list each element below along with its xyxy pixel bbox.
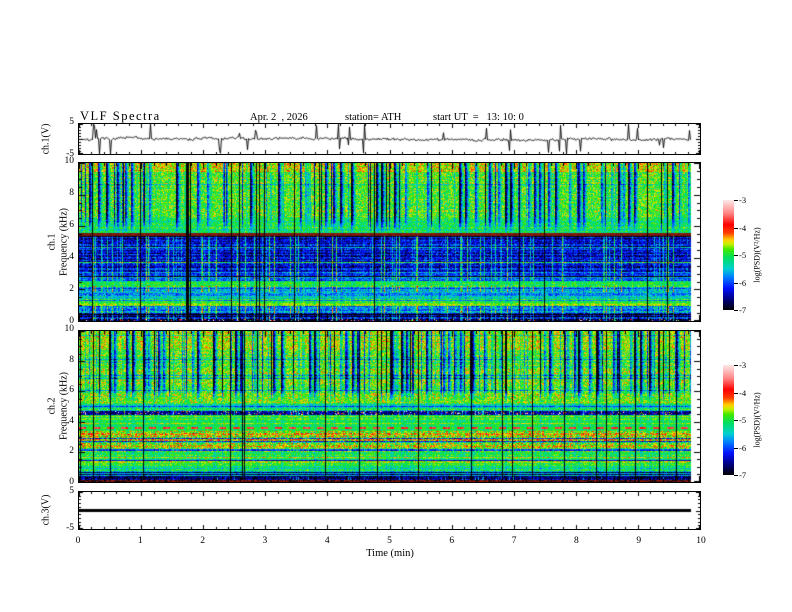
ch1-spectrogram-panel [78, 162, 701, 322]
x-tick-label: 4 [324, 536, 330, 546]
colorbar-tick-mark [734, 200, 738, 201]
colorbar-2 [723, 365, 734, 475]
colorbar-tick-label: -7 [739, 470, 747, 480]
colorbar-tick-label: -6 [739, 277, 747, 288]
colorbar-tick-mark [734, 420, 738, 421]
vlf-spectra-figure: VLF Spectra Apr. 2 , 2026 station= ATH s… [0, 0, 792, 612]
colorbar-tick-mark [734, 310, 738, 311]
ch2_spec-ytick-label: 6 [69, 385, 74, 396]
colorbar-tick-label: -7 [739, 305, 747, 315]
ch1_spec-ytick-label: 6 [69, 220, 74, 230]
station-text: station= ATH [345, 112, 402, 123]
ch1-volts-ytick-label: 5 [69, 117, 74, 127]
ch2-spectrogram-canvas [79, 331, 700, 482]
x-tick-label: 8 [574, 536, 579, 546]
ch1_spec-ytick-label: 4 [69, 252, 74, 262]
ch2_spec-ytick-label: 2 [69, 446, 74, 457]
colorbar-tick-mark [734, 255, 738, 256]
ch1_spec-ytick-label: 2 [69, 284, 74, 294]
colorbar-tick-label: -4 [739, 387, 747, 398]
x-tick-label: 9 [636, 536, 642, 546]
ch2-spec-ylabel-line2: Frequency (kHz) [58, 371, 70, 441]
ch1-volts-ytick-label: -5 [66, 149, 74, 159]
ch3-volts-ytick-label: -5 [66, 523, 74, 533]
ch1-spec-ylabel-line1: ch.1 [46, 233, 58, 251]
colorbar-tick-label: -5 [739, 250, 747, 260]
x-tick-label: 5 [387, 536, 392, 546]
colorbar-tick-mark [734, 447, 738, 449]
colorbar-tick-label: -5 [739, 415, 747, 425]
ch2-spectrogram-panel [78, 330, 701, 483]
x-tick-label: 7 [511, 536, 517, 546]
x-tick-label: 0 [75, 536, 81, 546]
date-text: Apr. 2 , 2026 [250, 112, 308, 123]
ch2_spec-ytick-label: 8 [69, 354, 74, 365]
x-axis-title: Time (min) [366, 548, 414, 559]
colorbar-tick-mark [734, 365, 738, 366]
ch1-spectrogram-canvas [79, 163, 700, 321]
colorbar-tick-mark [734, 392, 738, 394]
ch1-voltage-canvas [79, 124, 700, 154]
ch3-voltage-panel [78, 491, 701, 530]
x-tick-label: 6 [449, 536, 455, 546]
x-tick-label: 3 [262, 536, 268, 546]
ch3-voltage-canvas [79, 492, 700, 529]
colorbar-tick-mark [734, 475, 738, 476]
start-ut-text: start UT = 13: 10: 0 [433, 112, 524, 123]
ch1-voltage-panel [78, 123, 701, 155]
ch2_spec-ytick-label: 4 [69, 415, 74, 426]
colorbar-tick-label: -4 [739, 222, 747, 233]
ch3-volts-ylabel: ch.3(V) [40, 494, 52, 526]
figure-title: VLF Spectra [80, 109, 161, 123]
colorbar-tick-mark [734, 282, 738, 284]
ch1-spec-ylabel-line2: Frequency (kHz) [58, 207, 70, 277]
colorbar-tick-label: -3 [739, 195, 747, 205]
x-tick-label: 2 [200, 536, 205, 546]
x-tick-label: 1 [137, 536, 143, 546]
ch2_spec-ytick-label: 10 [64, 324, 75, 334]
ch1_spec-ytick-label: 8 [69, 188, 74, 198]
colorbar-tick-label: -6 [739, 442, 747, 453]
colorbar-1 [723, 200, 734, 310]
ch3-volts-ytick-label: 5 [69, 486, 74, 496]
ch2-spec-ylabel-line1: ch.2 [46, 397, 58, 415]
colorbar-tick-label: -3 [739, 360, 747, 370]
x-tick-label: 10 [696, 536, 706, 546]
colorbar-tick-mark [734, 227, 738, 229]
